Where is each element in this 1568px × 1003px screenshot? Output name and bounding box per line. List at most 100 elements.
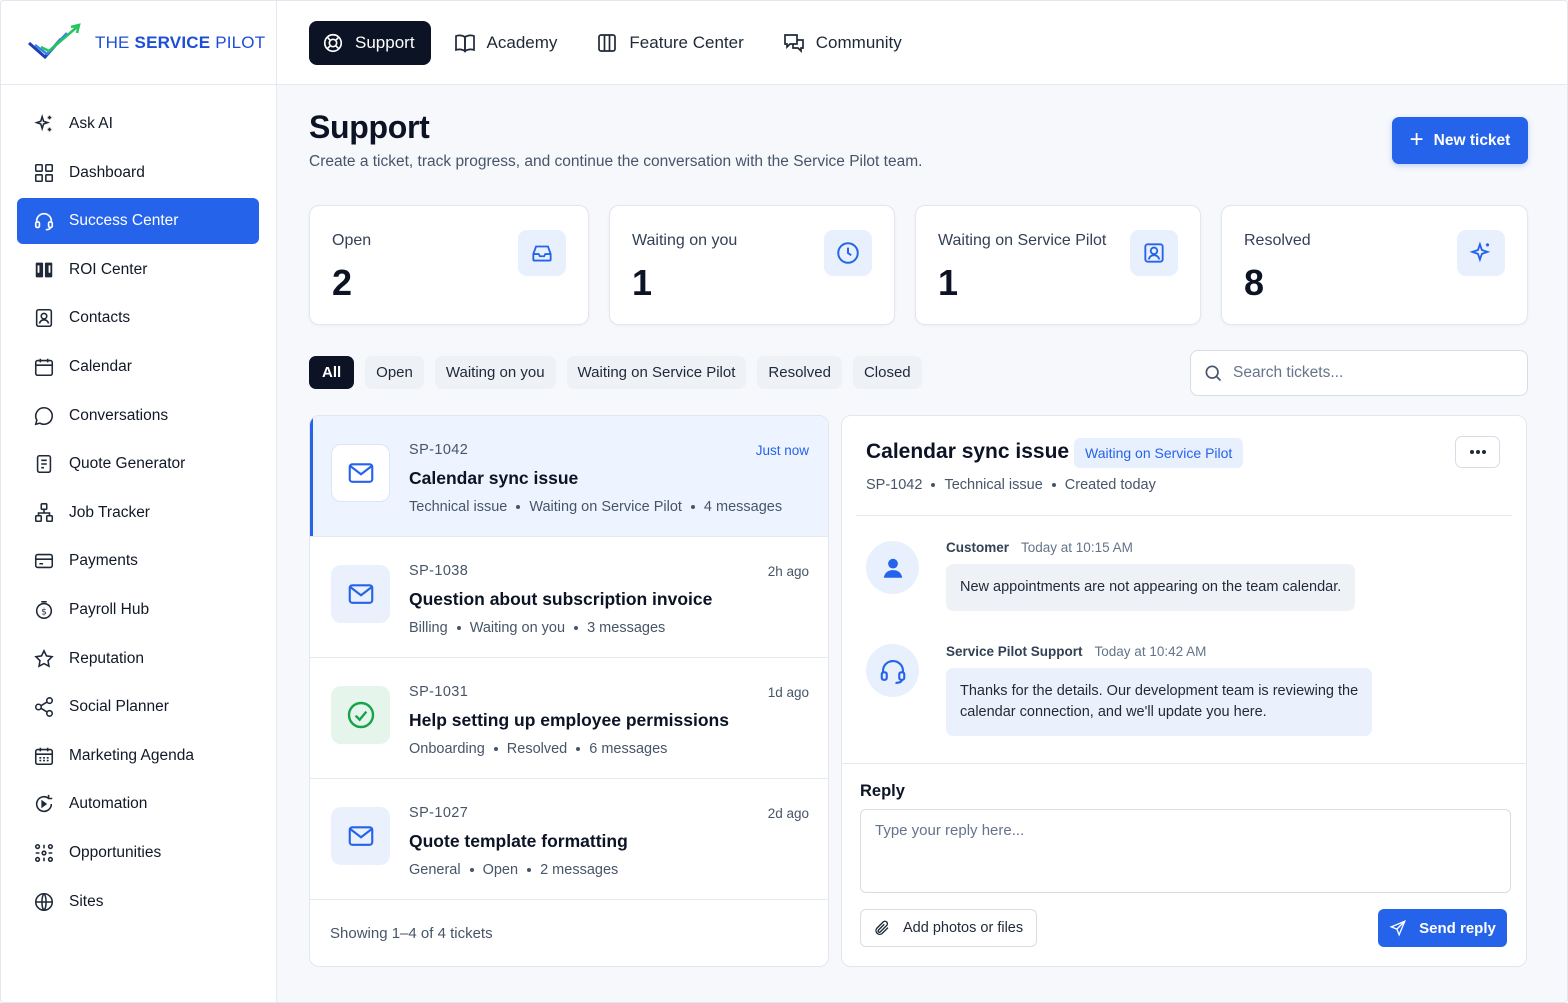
attach-files-button[interactable]: Add photos or files bbox=[860, 909, 1037, 947]
sidebar-item-opportunities[interactable]: Opportunities bbox=[17, 830, 259, 876]
top-navigation: Support Academy Feature Center Community bbox=[277, 1, 1567, 85]
stat-label: Waiting on you bbox=[632, 232, 738, 249]
sidebar-item-marketing-agenda[interactable]: Marketing Agenda bbox=[17, 733, 259, 779]
filter-resolved[interactable]: Resolved bbox=[757, 356, 842, 389]
sidebar-item-dashboard[interactable]: Dashboard bbox=[17, 150, 259, 196]
sidebar-item-payroll-hub[interactable]: $ Payroll Hub bbox=[17, 587, 259, 633]
stat-card-waiting-on-you[interactable]: Waiting on you 1 bbox=[609, 205, 895, 325]
ticket-title: Question about subscription invoice bbox=[409, 589, 713, 609]
ticket-detail: Calendar sync issue Waiting on Service P… bbox=[841, 415, 1527, 967]
sidebar-item-sites[interactable]: Sites bbox=[17, 879, 259, 925]
chat-icon bbox=[33, 405, 55, 427]
ticket-search bbox=[1190, 350, 1528, 396]
logo-mark-icon bbox=[28, 22, 81, 59]
ticket-title: Quote template formatting bbox=[409, 831, 628, 851]
sidebar-item-job-tracker[interactable]: Job Tracker bbox=[17, 490, 259, 536]
message-time: Today at 10:15 AM bbox=[1021, 540, 1133, 555]
chat-bubbles-icon bbox=[782, 31, 806, 55]
search-input[interactable] bbox=[1233, 364, 1503, 382]
tab-academy[interactable]: Academy bbox=[441, 21, 574, 65]
ticket-title: Help setting up employee permissions bbox=[409, 710, 729, 730]
new-ticket-label: New ticket bbox=[1433, 131, 1511, 149]
stat-label: Waiting on Service Pilot bbox=[938, 232, 1107, 249]
sidebar-item-label: ROI Center bbox=[69, 260, 148, 278]
book-open-icon bbox=[33, 259, 55, 281]
ticket-meta: Billing Waiting on you 3 messages bbox=[409, 620, 666, 636]
brand-logo[interactable]: THE SERVICE PILOT bbox=[1, 1, 276, 85]
sidebar-item-contacts[interactable]: Contacts bbox=[17, 295, 259, 341]
stat-card-resolved[interactable]: Resolved 8 bbox=[1221, 205, 1528, 325]
sidebar-item-success-center[interactable]: Success Center bbox=[17, 198, 259, 245]
brand-name: THE SERVICE PILOT bbox=[95, 32, 266, 52]
attach-label: Add photos or files bbox=[903, 920, 1024, 936]
send-icon bbox=[1389, 919, 1407, 937]
sidebar-item-quote-generator[interactable]: Quote Generator bbox=[17, 441, 259, 487]
stat-card-waiting-on-service-pilot[interactable]: Waiting on Service Pilot 1 bbox=[915, 205, 1201, 325]
sidebar-item-payments[interactable]: Payments bbox=[17, 538, 259, 584]
tab-support[interactable]: Support bbox=[309, 20, 431, 65]
stat-value: 1 bbox=[632, 262, 653, 303]
sidebar-item-roi-center[interactable]: ROI Center bbox=[17, 247, 259, 293]
more-options-button[interactable] bbox=[1455, 436, 1500, 468]
message-bubble: Thanks for the details. Our development … bbox=[946, 668, 1373, 736]
ticket-id: SP-1031 bbox=[409, 684, 469, 700]
filter-waiting-on-service-pilot[interactable]: Waiting on Service Pilot bbox=[566, 356, 747, 389]
sidebar-item-ask-ai[interactable]: Ask AI bbox=[17, 101, 259, 147]
tab-feature-center[interactable]: Feature Center bbox=[583, 21, 759, 65]
ticket-title: Calendar sync issue bbox=[409, 468, 579, 488]
sidebar-item-label: Marketing Agenda bbox=[69, 746, 194, 764]
ticket-row[interactable]: SP-1042 Just now Calendar sync issue Tec… bbox=[310, 416, 828, 537]
filter-all[interactable]: All bbox=[309, 356, 355, 389]
send-label: Send reply bbox=[1419, 919, 1496, 937]
user-badge-icon bbox=[1130, 230, 1178, 276]
ellipsis-icon bbox=[1469, 450, 1486, 454]
reply-textarea[interactable] bbox=[860, 809, 1511, 893]
stat-value: 1 bbox=[938, 262, 959, 303]
credit-card-icon bbox=[33, 550, 55, 572]
sidebar-item-label: Dashboard bbox=[69, 163, 145, 181]
lifebuoy-icon bbox=[321, 31, 345, 55]
sidebar-item-label: Reputation bbox=[69, 649, 144, 667]
new-ticket-button[interactable]: + New ticket bbox=[1392, 117, 1528, 164]
ticket-meta: General Open 2 messages bbox=[409, 862, 619, 878]
tab-community[interactable]: Community bbox=[770, 21, 918, 65]
stat-label: Resolved bbox=[1244, 232, 1311, 249]
reply-label: Reply bbox=[860, 782, 905, 800]
search-icon bbox=[1203, 363, 1223, 383]
mail-icon bbox=[331, 565, 390, 623]
filter-open[interactable]: Open bbox=[365, 356, 424, 389]
message-author: Service Pilot Support Today at 10:42 AM bbox=[946, 644, 1207, 659]
sidebar-item-label: Opportunities bbox=[69, 843, 162, 861]
detail-meta: SP-1042 Technical issue Created today bbox=[866, 477, 1156, 493]
sidebar-item-label: Sites bbox=[69, 892, 104, 910]
page-subtitle: Create a ticket, track progress, and con… bbox=[309, 153, 923, 170]
ticket-id: SP-1042 bbox=[409, 442, 469, 458]
mail-icon bbox=[331, 444, 390, 502]
ticket-time: Just now bbox=[755, 443, 809, 458]
contact-card-icon bbox=[33, 307, 55, 329]
ticket-row[interactable]: SP-1031 1d ago Help setting up employee … bbox=[310, 658, 828, 779]
star-icon bbox=[33, 648, 55, 670]
sidebar-item-reputation[interactable]: Reputation bbox=[17, 636, 259, 682]
sidebar-item-social-planner[interactable]: Social Planner bbox=[17, 684, 259, 730]
headset-icon bbox=[33, 210, 55, 232]
ticket-meta: Technical issue Waiting on Service Pilot 4… bbox=[409, 499, 783, 515]
status-filter-tabs: All Open Waiting on you Waiting on Servi… bbox=[309, 356, 933, 389]
stat-value: 2 bbox=[332, 262, 353, 303]
stat-card-open[interactable]: Open 2 bbox=[309, 205, 589, 325]
sidebar: THE SERVICE PILOT Ask AI Dashboard Succe… bbox=[1, 1, 277, 1002]
grid-icon bbox=[33, 162, 55, 184]
sidebar-item-automation[interactable]: Automation bbox=[17, 781, 259, 827]
mail-icon bbox=[331, 807, 390, 865]
ticket-row[interactable]: SP-1027 2d ago Quote template formatting… bbox=[310, 779, 828, 900]
filter-waiting-on-you[interactable]: Waiting on you bbox=[434, 356, 556, 389]
ticket-row[interactable]: SP-1038 2h ago Question about subscripti… bbox=[310, 537, 828, 658]
send-reply-button[interactable]: Send reply bbox=[1378, 909, 1507, 947]
sidebar-item-conversations[interactable]: Conversations bbox=[17, 393, 259, 439]
message-time: Today at 10:42 AM bbox=[1094, 644, 1207, 659]
status-badge: Waiting on Service Pilot bbox=[1074, 438, 1244, 468]
filter-closed[interactable]: Closed bbox=[852, 356, 922, 389]
sidebar-item-label: Success Center bbox=[69, 212, 179, 230]
ticket-id: SP-1038 bbox=[409, 563, 469, 579]
sidebar-item-calendar[interactable]: Calendar bbox=[17, 344, 259, 390]
